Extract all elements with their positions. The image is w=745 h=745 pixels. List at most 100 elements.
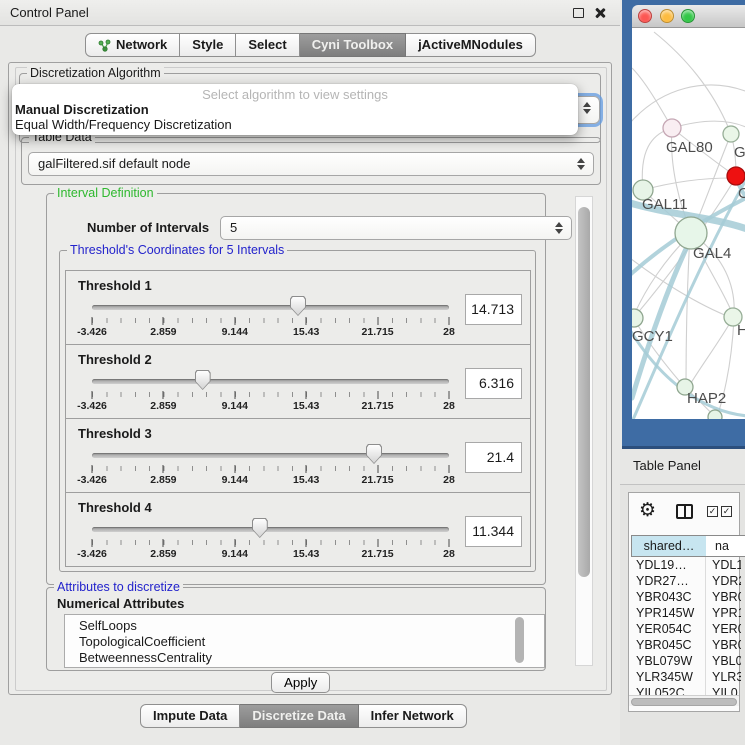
table-row[interactable]: YDR27…YDR2	[631, 573, 741, 589]
table-row[interactable]: YER054CYER0	[631, 621, 741, 637]
threshold-list: Threshold 1 -3.4262.8599.14415.4321.7152…	[65, 271, 531, 567]
tick-mark	[306, 539, 307, 547]
scrollbar-thumb[interactable]	[578, 207, 590, 577]
table-row[interactable]: YBR045CYBR0	[631, 637, 741, 653]
close-light-icon[interactable]	[638, 9, 652, 23]
tab-select[interactable]: Select	[236, 33, 299, 57]
tab-impute-data[interactable]: Impute Data	[140, 704, 240, 728]
tab-discretize-data[interactable]: Discretize Data	[240, 704, 358, 728]
cell-name[interactable]: YLR3	[706, 669, 741, 685]
threshold-coordinates-group: Threshold's Coordinates for 5 Intervals …	[59, 250, 536, 572]
minimize-light-icon[interactable]	[660, 9, 674, 23]
network-view-window: GAL80GACGAL11GAL4GCY1HHAP2	[622, 0, 745, 449]
table-row[interactable]: YBR043CYBR0	[631, 589, 741, 605]
table-row[interactable]: YPR145WYPR1	[631, 605, 741, 621]
cell-name[interactable]: YDR2	[706, 573, 741, 589]
threshold-value-box[interactable]: 14.713	[465, 294, 522, 325]
cell-shared-name[interactable]: YIL052C	[631, 685, 706, 695]
cell-name[interactable]: YBR0	[706, 589, 741, 605]
slider-ruler: -3.4262.8599.14415.4321.71528	[92, 317, 449, 341]
combo-spinner-icon	[577, 157, 585, 171]
cell-name[interactable]: YBR0	[706, 637, 741, 653]
cell-shared-name[interactable]: YBR045C	[631, 637, 706, 653]
slider-track[interactable]	[92, 305, 449, 310]
cell-shared-name[interactable]: YBR043C	[631, 589, 706, 605]
zoom-light-icon[interactable]	[681, 9, 695, 23]
popup-option-equal-width-frequency[interactable]: Equal Width/Frequency Discretization	[12, 117, 578, 132]
slider-track[interactable]	[92, 379, 449, 384]
tick-mark	[163, 317, 164, 325]
cell-name[interactable]: YBL0	[706, 653, 741, 669]
network-canvas[interactable]: GAL80GACGAL11GAL4GCY1HHAP2	[632, 28, 745, 419]
threshold-slider[interactable]: -3.4262.8599.14415.4321.71528	[92, 293, 449, 341]
threshold-label: Threshold 2	[78, 352, 152, 367]
popup-option-manual-discretization[interactable]: Manual Discretization	[12, 102, 578, 117]
slider-handle[interactable]	[290, 296, 306, 316]
slider-handle[interactable]	[195, 370, 211, 390]
tick-label: 2.859	[150, 400, 176, 412]
number-of-intervals-combo[interactable]: 5	[220, 216, 572, 240]
threshold-value-box[interactable]: 6.316	[465, 368, 522, 399]
tick-label: 15.43	[293, 326, 319, 338]
gear-icon[interactable]: ⚙	[639, 499, 656, 522]
table-row[interactable]: YIL052CYIL0	[631, 685, 741, 695]
scrollbar-thumb[interactable]	[631, 698, 737, 706]
numerical-attributes-list[interactable]: SelfLoopsTopologicalCoefficientBetweenne…	[64, 614, 545, 668]
slider-handle[interactable]	[366, 444, 382, 464]
tab-infer-network[interactable]: Infer Network	[359, 704, 467, 728]
apply-button[interactable]: Apply	[271, 672, 330, 693]
network-canvas-svg[interactable]: GAL80GACGAL11GAL4GCY1HHAP2	[632, 28, 745, 419]
svg-text:H: H	[737, 322, 745, 339]
slider-track[interactable]	[92, 453, 449, 458]
slider-track[interactable]	[92, 527, 449, 532]
tick-label: 9.144	[222, 400, 248, 412]
threshold-value-box[interactable]: 21.4	[465, 442, 522, 473]
table-horizontal-scrollbar[interactable]	[629, 695, 739, 706]
cell-name[interactable]: YIL0	[706, 685, 741, 695]
threshold-slider[interactable]: -3.4262.8599.14415.4321.71528	[92, 441, 449, 489]
cell-shared-name[interactable]: YLR345W	[631, 669, 706, 685]
cell-shared-name[interactable]: YDR27…	[631, 573, 706, 589]
threshold-slider[interactable]: -3.4262.8599.14415.4321.71528	[92, 367, 449, 415]
checkbox-icon[interactable]: ✓	[721, 506, 732, 517]
cell-name[interactable]: YPR1	[706, 605, 741, 621]
tab-jactivemnodules[interactable]: jActiveMNodules	[406, 33, 536, 57]
checkbox-icon[interactable]: ✓	[707, 506, 718, 517]
column-header-name[interactable]: na	[706, 535, 745, 557]
threshold-slider[interactable]: -3.4262.8599.14415.4321.71528	[92, 515, 449, 563]
cell-name[interactable]: YDL1	[706, 557, 741, 573]
tab-style[interactable]: Style	[180, 33, 236, 57]
cell-name[interactable]: YER0	[706, 621, 741, 637]
tick-mark	[306, 465, 307, 473]
attribute-item[interactable]: SelfLoops	[79, 618, 544, 634]
cell-shared-name[interactable]: YDL19…	[631, 557, 706, 573]
tab-network[interactable]: Network	[85, 33, 180, 57]
slider-handle[interactable]	[252, 518, 268, 538]
table-row[interactable]: YDL19…YDL1	[631, 557, 741, 573]
tick-mark	[449, 539, 450, 547]
table-data-group: Table Data galFiltered.sif default node	[21, 137, 601, 185]
float-icon[interactable]	[573, 8, 584, 18]
algorithm-dropdown-popup: Select algorithm to view settings Manual…	[12, 84, 578, 135]
table-row[interactable]: YBL079WYBL0	[631, 653, 741, 669]
table-data-combo[interactable]: galFiltered.sif default node	[28, 152, 594, 176]
app-root: Control Panel Network Style Select Cyni …	[0, 0, 745, 745]
tick-label: 9.144	[222, 548, 248, 560]
columns-icon[interactable]	[676, 504, 693, 519]
cell-shared-name[interactable]: YBL079W	[631, 653, 706, 669]
table-row[interactable]: YLR345WYLR3	[631, 669, 741, 685]
svg-text:HAP2: HAP2	[687, 390, 726, 407]
panel-vertical-scrollbar[interactable]	[575, 196, 593, 666]
attributes-list-scrollbar[interactable]	[515, 617, 524, 663]
tab-cyni-toolbox[interactable]: Cyni Toolbox	[300, 33, 406, 57]
threshold-label: Threshold 3	[78, 426, 152, 441]
network-window-titlebar	[632, 5, 745, 28]
attribute-item[interactable]: BetweennessCentrality	[79, 650, 544, 666]
attribute-item[interactable]: TopologicalCoefficient	[79, 634, 544, 650]
column-header-shared-name[interactable]: shared…	[631, 535, 707, 557]
cell-shared-name[interactable]: YER054C	[631, 621, 706, 637]
threshold-value-box[interactable]: 11.344	[465, 516, 522, 547]
close-icon[interactable]	[594, 7, 606, 19]
combo-spinner-icon	[583, 101, 591, 115]
cell-shared-name[interactable]: YPR145W	[631, 605, 706, 621]
